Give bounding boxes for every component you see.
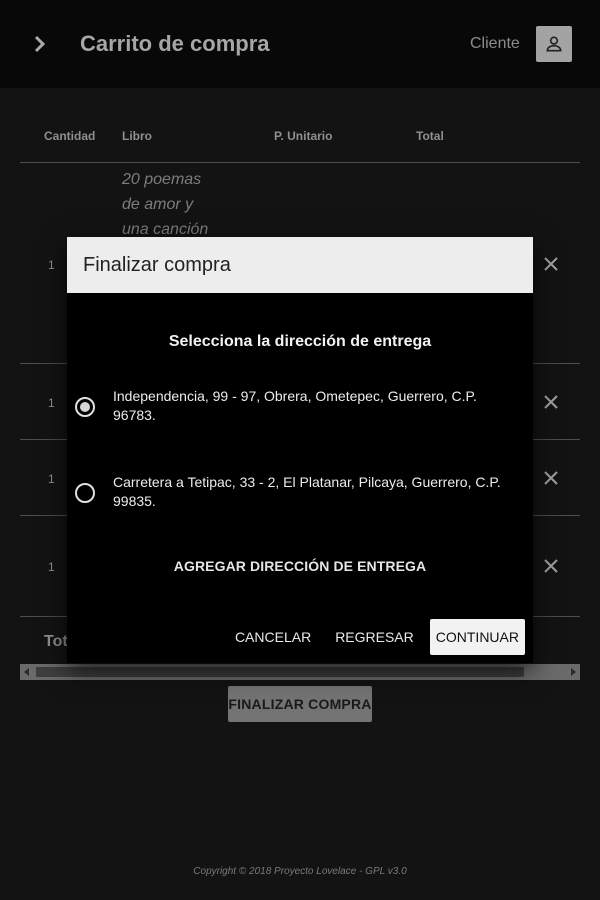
user-account-button[interactable] (536, 26, 572, 62)
top-toolbar: Carrito de compra Cliente (0, 0, 600, 88)
column-header-quantity: Cantidad (44, 129, 96, 143)
table-header: Cantidad Libro P. Unitario Total (20, 108, 580, 163)
dialog-actions: CANCELAR REGRESAR CONTINUAR (227, 619, 525, 655)
close-icon (544, 471, 558, 485)
row-quantity: 1 (48, 258, 55, 272)
menu-toggle-button[interactable] (24, 28, 56, 60)
row-quantity: 1 (48, 560, 55, 574)
address-text: Carretera a Tetipac, 33 - 2, El Platanar… (113, 474, 501, 509)
person-icon (546, 36, 562, 52)
horizontal-scrollbar[interactable] (20, 664, 580, 680)
radio-button-selected[interactable] (75, 397, 95, 417)
column-header-total: Total (416, 129, 444, 143)
total-label: Tot (44, 633, 68, 650)
cancel-button[interactable]: CANCELAR (227, 619, 319, 655)
column-header-unit-price: P. Unitario (274, 129, 333, 143)
finish-purchase-button[interactable]: FINALIZAR COMPRA (228, 686, 372, 722)
address-option[interactable]: Carretera a Tetipac, 33 - 2, El Platanar… (75, 473, 525, 511)
close-icon (544, 559, 558, 573)
back-button[interactable]: REGRESAR (327, 619, 422, 655)
row-quantity: 1 (48, 472, 55, 486)
dialog-subtitle: Selecciona la dirección de entrega (168, 333, 432, 350)
row-book-title: 20 poemas de amor y una canción (122, 171, 209, 238)
scrollbar-thumb[interactable] (36, 667, 524, 677)
dialog-title: Finalizar compra (83, 253, 231, 276)
close-icon (544, 395, 558, 409)
row-quantity: 1 (48, 396, 55, 410)
radio-button[interactable] (75, 483, 95, 503)
remove-item-button[interactable] (538, 465, 564, 491)
remove-item-button[interactable] (538, 389, 564, 415)
add-address-button[interactable]: AGREGAR DIRECCIÓN DE ENTREGA (67, 558, 533, 574)
radio-dot (80, 402, 90, 412)
chevron-right-icon (34, 35, 46, 53)
close-icon (544, 257, 558, 271)
scroll-left-arrow-icon[interactable] (24, 668, 29, 676)
scroll-right-arrow-icon[interactable] (571, 668, 576, 676)
column-header-book: Libro (122, 129, 152, 143)
remove-item-button[interactable] (538, 251, 564, 277)
address-option[interactable]: Independencia, 99 - 97, Obrera, Ometepec… (75, 387, 525, 425)
remove-item-button[interactable] (538, 553, 564, 579)
continue-button[interactable]: CONTINUAR (429, 619, 525, 655)
address-text: Independencia, 99 - 97, Obrera, Ometepec… (113, 388, 477, 423)
footer-copyright: Copyright © 2018 Proyecto Lovelace - GPL… (193, 866, 407, 877)
dialog-header: Finalizar compra (67, 237, 533, 293)
user-label: Cliente (470, 35, 520, 52)
page-title: Carrito de compra (80, 31, 270, 56)
checkout-dialog: Finalizar compra Selecciona la dirección… (67, 237, 533, 663)
